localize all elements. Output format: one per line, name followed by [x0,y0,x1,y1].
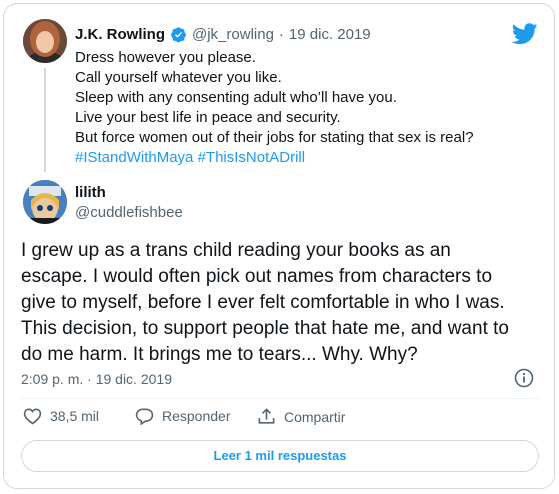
quoted-tweet-body: Dress however you please. Call yourself … [75,48,545,168]
tweet-card: J.K. Rowling @jk_rowling · 19 dic. 2019 … [3,3,555,489]
reply-label: Responder [162,408,231,424]
divider [21,398,539,399]
twitter-bird-icon[interactable] [511,23,538,50]
reply-text-line: escape. I would often pick out names fro… [21,266,493,287]
reply-author-name[interactable]: lilith [75,184,106,201]
reply-text-line: give to myself, before I ever felt comfo… [21,292,505,313]
like-count: 38,5 mil [50,408,100,424]
hashtag-row: #IStandWithMaya #ThisIsNotADrill [75,148,545,168]
quoted-tweet-date[interactable]: 19 dic. 2019 [289,26,371,43]
share-icon [257,407,276,426]
thread-line [44,68,46,172]
speech-bubble-icon [135,407,154,425]
like-button[interactable]: 38,5 mil [23,407,99,425]
quoted-author-avatar[interactable] [23,19,67,63]
header-separator: · [278,26,284,43]
quoted-tweet-header: J.K. Rowling @jk_rowling · 19 dic. 2019 [75,26,371,43]
hashtag-link[interactable]: #IStandWithMaya [75,149,193,166]
quoted-line: But force women out of their jobs for st… [75,129,474,146]
reply-tweet-text: I grew up as a trans child reading your … [21,238,551,368]
share-button[interactable]: Compartir [257,407,345,426]
quoted-author-handle[interactable]: @jk_rowling [192,26,274,43]
reply-text-line: I grew up as a trans child reading your … [21,240,451,261]
read-replies-button[interactable]: Leer 1 mil respuestas [21,440,539,472]
reply-button[interactable]: Responder [135,407,231,425]
tweet-timestamp[interactable]: 2:09 p. m. · 19 dic. 2019 [21,371,172,387]
reply-author-avatar[interactable] [23,180,67,224]
heart-icon [23,407,42,425]
hashtag-link[interactable]: #ThisIsNotADrill [198,149,306,166]
quoted-line: Sleep with any consenting adult who’ll h… [75,89,397,106]
quoted-line: Call yourself whatever you like. [75,69,282,86]
quoted-line: Dress however you please. [75,49,256,66]
reply-text-line: This decision, to support people that ha… [21,318,509,339]
info-icon[interactable] [514,368,534,393]
quoted-line: Live your best life in peace and securit… [75,109,341,126]
quoted-author-name[interactable]: J.K. Rowling [75,26,165,43]
reply-text-line: do me harm. It brings me to tears... Why… [21,344,418,365]
reply-author-handle[interactable]: @cuddlefishbee [75,204,183,221]
verified-badge-icon [170,26,187,43]
share-label: Compartir [284,408,346,425]
